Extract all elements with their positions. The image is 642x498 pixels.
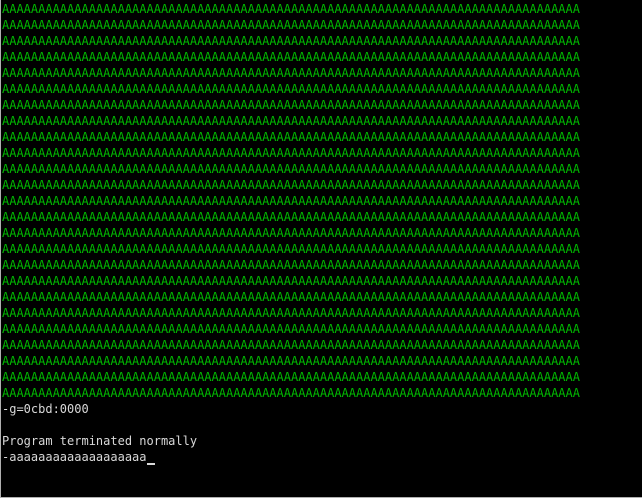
green-fill-row: AAAAAAAAAAAAAAAAAAAAAAAAAAAAAAAAAAAAAAAA… [2,273,642,289]
green-fill-row: AAAAAAAAAAAAAAAAAAAAAAAAAAAAAAAAAAAAAAAA… [2,385,642,401]
green-fill-row: AAAAAAAAAAAAAAAAAAAAAAAAAAAAAAAAAAAAAAAA… [2,113,642,129]
green-fill-row: AAAAAAAAAAAAAAAAAAAAAAAAAAAAAAAAAAAAAAAA… [2,161,642,177]
green-fill-row: AAAAAAAAAAAAAAAAAAAAAAAAAAAAAAAAAAAAAAAA… [2,257,642,273]
green-fill-row: AAAAAAAAAAAAAAAAAAAAAAAAAAAAAAAAAAAAAAAA… [2,81,642,97]
green-fill-row: AAAAAAAAAAAAAAAAAAAAAAAAAAAAAAAAAAAAAAAA… [2,193,642,209]
green-fill-row: AAAAAAAAAAAAAAAAAAAAAAAAAAAAAAAAAAAAAAAA… [2,241,642,257]
green-fill-row: AAAAAAAAAAAAAAAAAAAAAAAAAAAAAAAAAAAAAAAA… [2,225,642,241]
green-fill-row: AAAAAAAAAAAAAAAAAAAAAAAAAAAAAAAAAAAAAAAA… [2,17,642,33]
termination-message: Program terminated normally [2,434,198,448]
console-window[interactable]: AAAAAAAAAAAAAAAAAAAAAAAAAAAAAAAAAAAAAAAA… [0,0,642,498]
command-line-go: -g=0cbd:0000 [2,402,89,416]
green-fill-row: AAAAAAAAAAAAAAAAAAAAAAAAAAAAAAAAAAAAAAAA… [2,49,642,65]
green-fill-row: AAAAAAAAAAAAAAAAAAAAAAAAAAAAAAAAAAAAAAAA… [2,289,642,305]
green-fill-row: AAAAAAAAAAAAAAAAAAAAAAAAAAAAAAAAAAAAAAAA… [2,129,642,145]
prompt-input-line[interactable]: -aaaaaaaaaaaaaaaaaaa [2,449,642,465]
green-fill-row: AAAAAAAAAAAAAAAAAAAAAAAAAAAAAAAAAAAAAAAA… [2,177,642,193]
green-fill-row: AAAAAAAAAAAAAAAAAAAAAAAAAAAAAAAAAAAAAAAA… [2,305,642,321]
green-fill-row: AAAAAAAAAAAAAAAAAAAAAAAAAAAAAAAAAAAAAAAA… [2,321,642,337]
green-fill-row: AAAAAAAAAAAAAAAAAAAAAAAAAAAAAAAAAAAAAAAA… [2,209,642,225]
text-cursor [146,463,155,465]
green-fill-row: AAAAAAAAAAAAAAAAAAAAAAAAAAAAAAAAAAAAAAAA… [2,65,642,81]
green-fill-row: AAAAAAAAAAAAAAAAAAAAAAAAAAAAAAAAAAAAAAAA… [2,369,642,385]
green-fill-row: AAAAAAAAAAAAAAAAAAAAAAAAAAAAAAAAAAAAAAAA… [2,97,642,113]
green-fill-row: AAAAAAAAAAAAAAAAAAAAAAAAAAAAAAAAAAAAAAAA… [2,353,642,369]
prompt-input-text[interactable]: -aaaaaaaaaaaaaaaaaaa [2,450,147,464]
console-output: AAAAAAAAAAAAAAAAAAAAAAAAAAAAAAAAAAAAAAAA… [2,1,642,465]
green-fill-row: AAAAAAAAAAAAAAAAAAAAAAAAAAAAAAAAAAAAAAAA… [2,337,642,353]
green-fill-row: AAAAAAAAAAAAAAAAAAAAAAAAAAAAAAAAAAAAAAAA… [2,33,642,49]
green-fill-region: AAAAAAAAAAAAAAAAAAAAAAAAAAAAAAAAAAAAAAAA… [2,1,642,401]
green-fill-row: AAAAAAAAAAAAAAAAAAAAAAAAAAAAAAAAAAAAAAAA… [2,145,642,161]
green-fill-row: AAAAAAAAAAAAAAAAAAAAAAAAAAAAAAAAAAAAAAAA… [2,1,642,17]
